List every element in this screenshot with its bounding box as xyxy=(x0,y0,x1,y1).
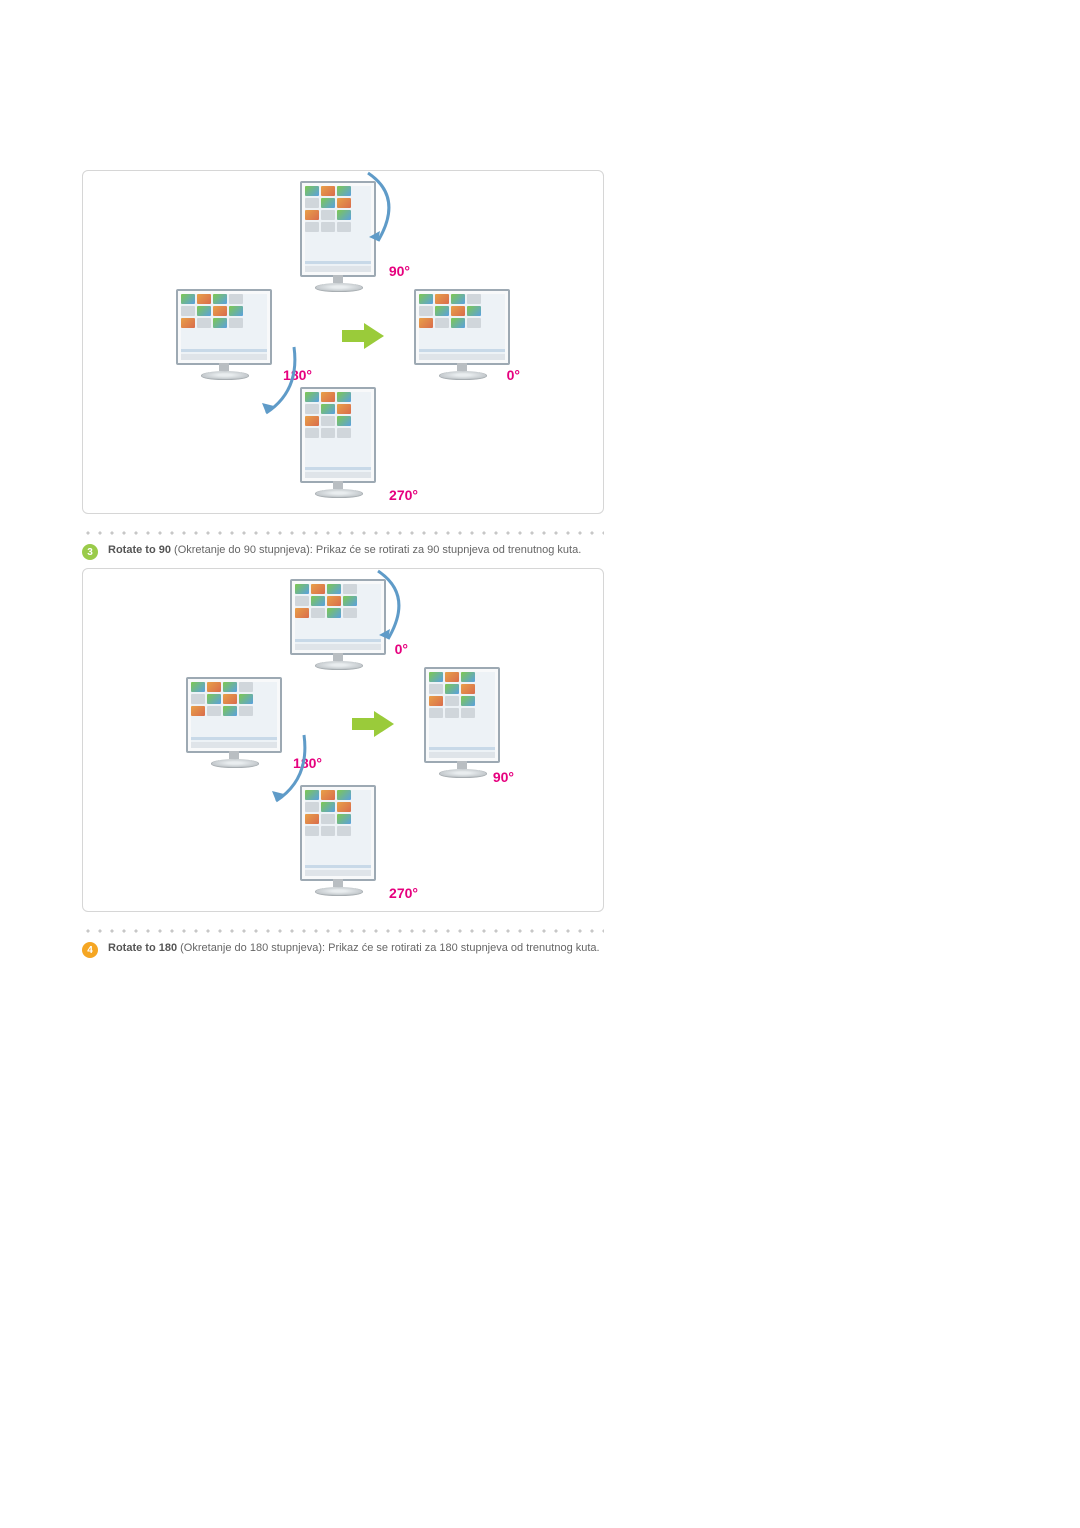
monitor-result-90: 90° xyxy=(424,667,500,779)
monitor-180: 180° xyxy=(176,289,272,381)
section-4-title: Rotate to 180 xyxy=(108,942,177,954)
monitor-270b: 270° xyxy=(300,785,376,897)
angle-label-270b: 270° xyxy=(389,885,418,901)
curve-arrow-icon xyxy=(360,169,406,249)
angle-label-0: 0° xyxy=(507,367,520,383)
bullet-3-icon: 3 xyxy=(82,544,98,560)
monitor-270: 270° xyxy=(300,387,376,499)
monitor-90: 90° xyxy=(300,181,376,293)
angle-label-90b: 90° xyxy=(493,769,514,785)
monitor-180b: 180° xyxy=(186,677,282,769)
divider-dots xyxy=(82,927,604,935)
section-3-title: Rotate to 90 xyxy=(108,544,171,556)
result-arrow-icon xyxy=(352,711,394,735)
angle-label-270: 270° xyxy=(389,487,418,503)
curve-arrow-icon xyxy=(370,567,416,647)
diagram-panel-4: 0° 180° xyxy=(82,568,604,912)
section-4-text: (Okretanje do 180 stupnjeva): Prikaz će … xyxy=(177,942,600,954)
monitor-0: 0° xyxy=(290,579,386,671)
curve-arrow-icon xyxy=(256,341,302,421)
result-arrow-icon xyxy=(342,323,384,347)
angle-label-90: 90° xyxy=(389,263,410,279)
monitor-result-0: 0° xyxy=(414,289,510,381)
section-3-text: (Okretanje do 90 stupnjeva): Prikaz će s… xyxy=(171,544,581,556)
diagram-panel-3: 90° 180° xyxy=(82,170,604,514)
section-4-description: 4 Rotate to 180 (Okretanje do 180 stupnj… xyxy=(82,941,604,958)
bullet-4-icon: 4 xyxy=(82,942,98,958)
section-3-description: 3 Rotate to 90 (Okretanje do 90 stupnjev… xyxy=(82,543,604,560)
divider-dots xyxy=(82,529,604,537)
